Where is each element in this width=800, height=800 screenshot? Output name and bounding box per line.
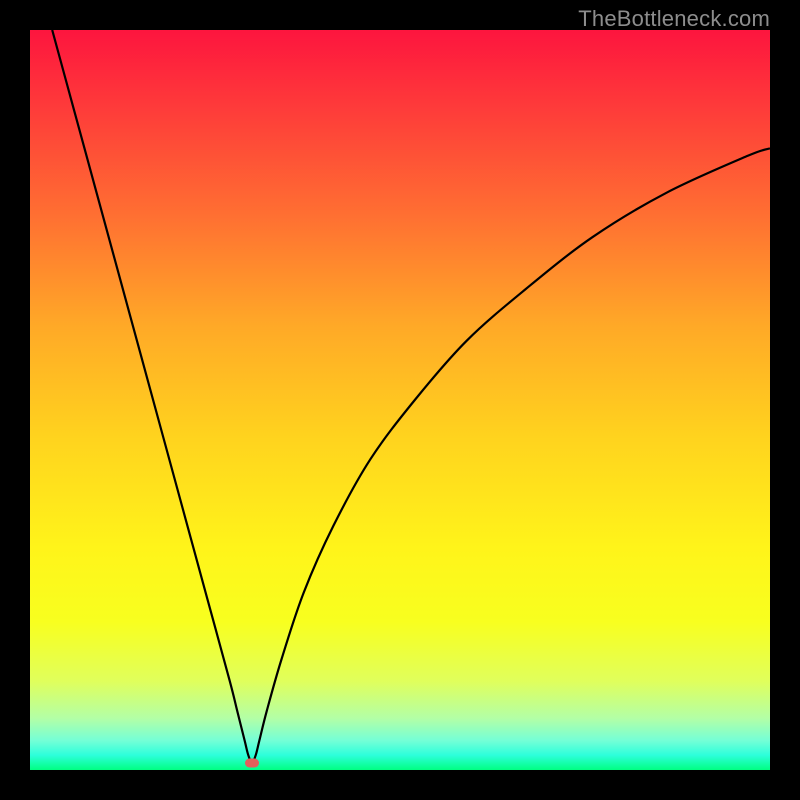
chart-canvas [30, 30, 770, 770]
watermark: TheBottleneck.com [578, 6, 770, 32]
minimum-marker [245, 758, 259, 767]
plot-area [30, 30, 770, 770]
bottleneck-curve [52, 30, 770, 763]
